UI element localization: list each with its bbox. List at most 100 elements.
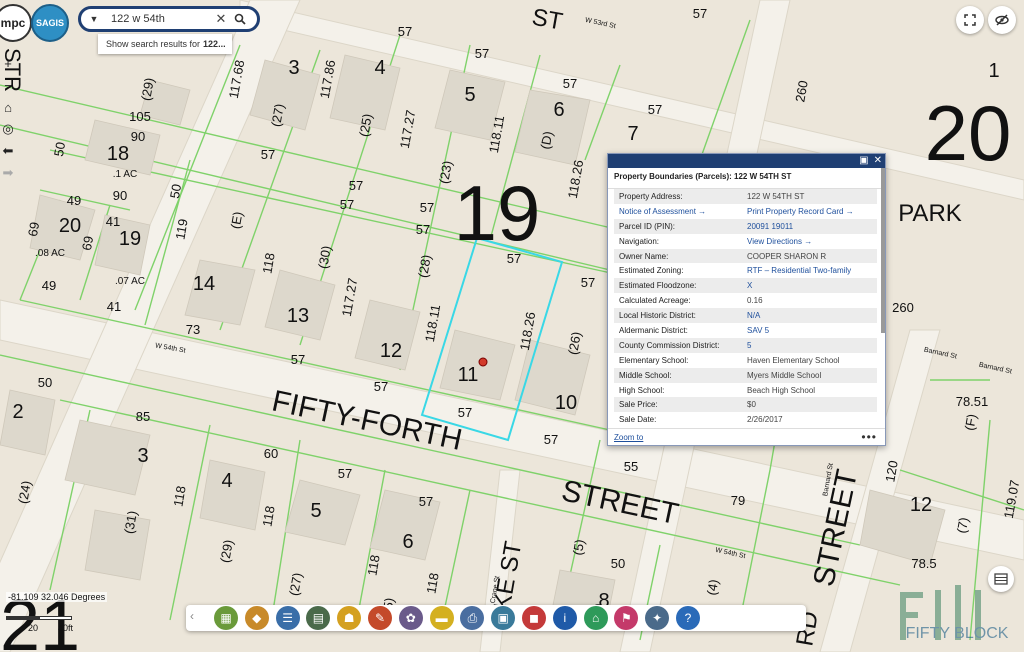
popup-row-label: Estimated Zoning:	[619, 266, 684, 276]
scale-label: 40ft	[58, 623, 74, 633]
popup-row: Elementary School: Haven Elementary Schoo…	[614, 353, 877, 368]
suggestion-prefix: Show search results for	[106, 39, 201, 49]
popup-row-value[interactable]: 20091 19011	[747, 222, 793, 231]
locate-icon[interactable]: ◎	[0, 118, 16, 140]
popup-row-value[interactable]: N/A	[747, 311, 760, 320]
scale-label: 20	[28, 623, 39, 633]
dimension-label: (4)	[704, 578, 722, 596]
popup-row-label: Sale Price:	[619, 400, 658, 410]
layer-list-icon[interactable]: ◆	[244, 606, 269, 630]
forward-arrow-icon[interactable]: ➡	[0, 162, 16, 184]
sagis-logo: SAGIS	[31, 4, 69, 42]
popup-row-label: Local Historic District:	[619, 311, 696, 321]
close-icon[interactable]: ✕	[874, 154, 882, 168]
popup-scrollbar[interactable]	[881, 168, 885, 333]
popup-row-value: Haven Elementary School	[747, 355, 840, 365]
edit-icon[interactable]: ▬	[429, 606, 454, 630]
lot-number: 19	[119, 228, 141, 250]
dimension-label: 57	[458, 405, 472, 420]
lot-number: 14	[193, 273, 215, 295]
scale-segment	[39, 616, 72, 620]
fullscreen-icon	[964, 14, 976, 26]
lot-number: 4	[221, 470, 232, 492]
acreage-label: .08 AC	[35, 248, 65, 259]
search-bar[interactable]: ▼ ✕	[78, 6, 260, 32]
info-icon[interactable]: i	[552, 606, 577, 630]
lot-number: 11	[458, 364, 479, 386]
popup-attribute-table: Property Address: 122 W 54TH ST Notice of …	[608, 189, 885, 427]
popup-row: Estimated Floodzone: X	[614, 278, 877, 294]
fullscreen-button[interactable]	[956, 6, 984, 34]
dimension-label: 73	[186, 322, 200, 337]
coordinate-readout: -81.109 32.046 Degrees	[6, 592, 108, 602]
bookmark-icon[interactable]: ◼	[522, 606, 546, 630]
popup-row: Navigation: View Directions →	[614, 234, 877, 249]
dimension-label: 50	[167, 183, 184, 200]
popup-row: Calculated Acreage: 0.16	[614, 293, 877, 308]
popup-row-value[interactable]: X	[747, 281, 752, 290]
lot-number: 12	[380, 340, 402, 362]
more-options-icon[interactable]: •••	[861, 430, 877, 444]
draw-icon[interactable]: ✿	[398, 606, 423, 630]
lot-number: 3	[288, 57, 299, 79]
lot-number: 6	[402, 531, 413, 553]
help-icon[interactable]: ?	[676, 606, 700, 630]
zoom-to-link[interactable]: Zoom to	[614, 433, 643, 442]
dimension-label: 50	[611, 556, 625, 571]
block-number: 1	[988, 60, 999, 82]
suggestion-query: 122...	[203, 39, 226, 49]
popup-row-label[interactable]: Notice of Assessment →	[614, 207, 747, 216]
maximize-icon[interactable]: ▣	[859, 154, 868, 168]
gallery-icon[interactable]: ▤	[306, 606, 331, 630]
basemap-icon[interactable]: ▦	[214, 606, 238, 630]
popup-row-label: High School:	[619, 385, 665, 395]
popup-row-value[interactable]: SAV 5	[747, 326, 769, 335]
chevron-down-icon[interactable]: ▼	[87, 14, 101, 24]
lot-number: 5	[464, 84, 475, 106]
mpc-logo-text: mpc	[0, 16, 26, 30]
zoom-in-button[interactable]: +	[0, 52, 16, 74]
print-icon[interactable]: ⎙	[460, 606, 485, 630]
visibility-button[interactable]	[988, 6, 1016, 34]
measure-icon[interactable]: ✎	[368, 606, 392, 630]
legend-icon[interactable]: ☰	[275, 606, 300, 630]
dimension-label: (F)	[962, 413, 980, 432]
scale-segment	[6, 616, 39, 620]
dimension-label: 60	[264, 446, 278, 461]
street-view-icon[interactable]: ☗	[337, 606, 362, 630]
share-icon[interactable]: ✦	[645, 606, 670, 630]
dimension-label: 78.51	[956, 394, 989, 409]
zoom-out-button[interactable]: −	[0, 74, 16, 96]
dimension-label: 57	[374, 379, 388, 394]
clear-search-icon[interactable]: ✕	[213, 11, 229, 27]
dimension-label: 85	[136, 409, 150, 424]
popup-row-value: COOPER SHARON R	[747, 251, 827, 261]
popup-row-label: Middle School:	[619, 370, 672, 380]
popup-row-value[interactable]: View Directions →	[747, 237, 812, 246]
popup-row-label: Aldermanic District:	[619, 325, 688, 335]
popup-row-value[interactable]: RTF – Residential Two-family	[747, 266, 851, 275]
report-icon[interactable]: ▣	[491, 606, 516, 630]
dimension-label: (D)	[538, 130, 556, 150]
popup-row: Local Historic District: N/A	[614, 308, 877, 324]
dimension-label: 57	[349, 178, 363, 193]
popup-row-value[interactable]: Print Property Record Card →	[747, 207, 854, 216]
toolbar-prev-icon[interactable]: ‹	[190, 609, 194, 623]
dimension-label: 79	[731, 493, 745, 508]
lot-number: 6	[553, 99, 564, 121]
popup-row: Estimated Zoning: RTF – Residential Two-f…	[614, 263, 877, 278]
search-suggestion[interactable]: Show search results for 122...	[98, 34, 232, 54]
dimension-label: 49	[42, 278, 56, 293]
popup-row-label: Parcel ID (PIN):	[619, 221, 676, 231]
search-input[interactable]	[109, 12, 213, 26]
popup-row: Aldermanic District: SAV 5	[614, 323, 877, 338]
dimension-label: 57	[398, 24, 412, 39]
home-icon[interactable]: ⌂	[0, 96, 16, 118]
search-icon[interactable]	[229, 9, 251, 29]
home-icon[interactable]: ⌂	[583, 606, 608, 630]
locate-icon[interactable]: ⚑	[614, 606, 639, 630]
location-marker	[478, 357, 488, 367]
popup-row-value[interactable]: 5	[747, 341, 751, 350]
back-arrow-icon[interactable]: ⬅	[0, 140, 16, 162]
lot-number: 20	[59, 215, 81, 237]
